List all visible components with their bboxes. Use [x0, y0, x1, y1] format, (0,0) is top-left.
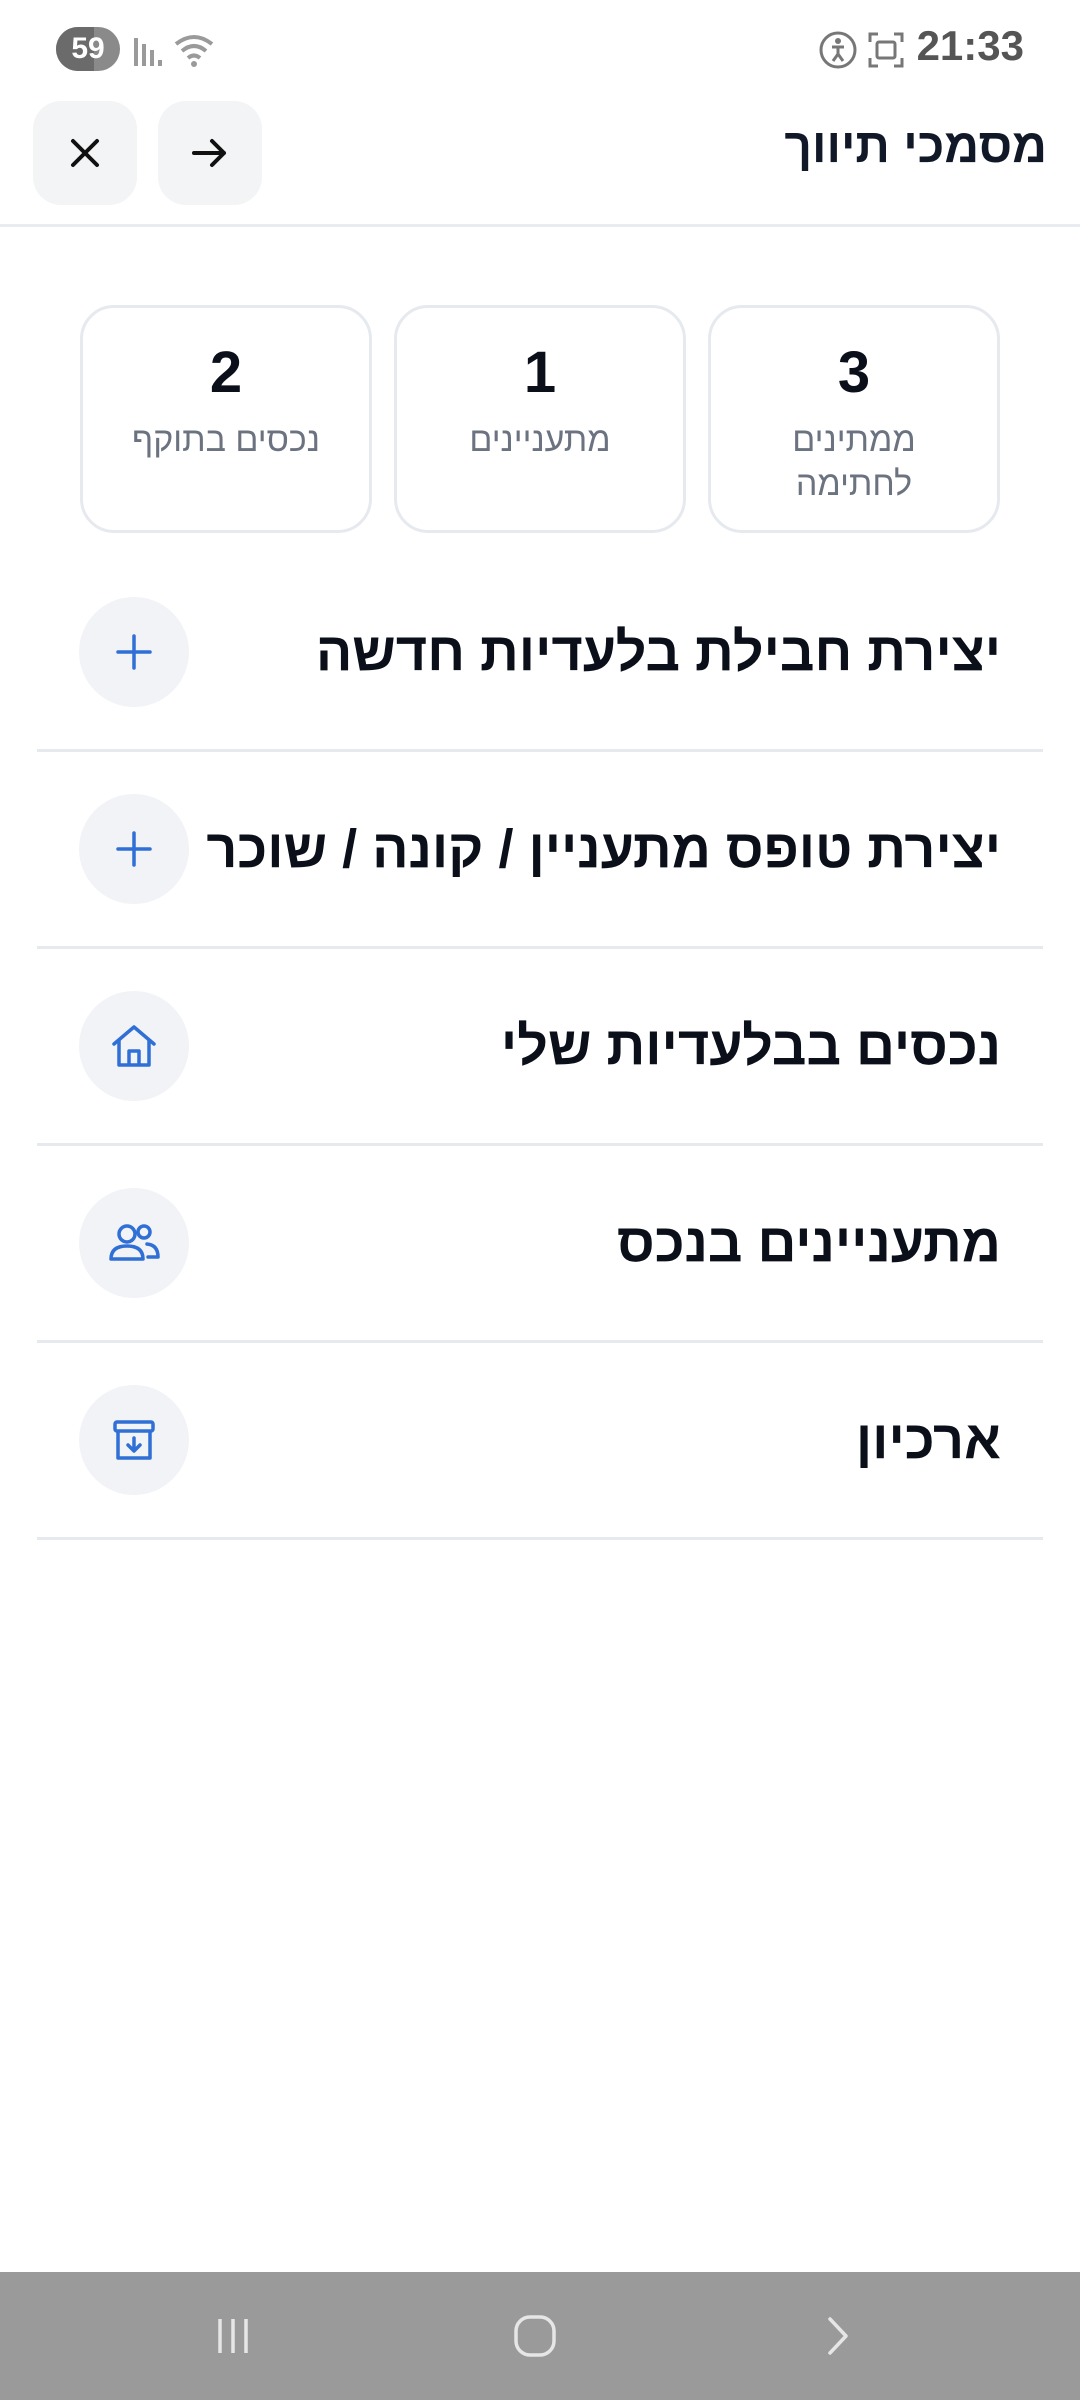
- menu-item-label: מתעניינים בנכס: [617, 1213, 1001, 1273]
- back-nav-button[interactable]: [797, 2302, 877, 2370]
- menu-list: יצירת חבילת בלעדיות חדשה יצירת טופס מתענ…: [37, 555, 1043, 1540]
- plus-icon-container: [79, 597, 189, 707]
- menu-item-label: נכסים בבלעדיות שלי: [500, 1016, 1001, 1076]
- home-icon: [112, 1025, 156, 1067]
- archive-icon-container: [79, 1385, 189, 1495]
- accessibility-icon: [819, 31, 857, 69]
- stat-value: 3: [837, 340, 871, 405]
- recents-icon: [218, 2319, 248, 2353]
- home-icon-container: [79, 991, 189, 1101]
- menu-item-new-interested-form[interactable]: יצירת טופס מתעניין / קונה / שוכר: [37, 752, 1043, 949]
- recents-button[interactable]: [193, 2302, 273, 2370]
- menu-item-my-exclusive-properties[interactable]: נכסים בבלעדיות שלי: [37, 949, 1043, 1146]
- menu-item-archive[interactable]: ארכיון: [37, 1343, 1043, 1540]
- menu-item-new-exclusivity-package[interactable]: יצירת חבילת בלעדיות חדשה: [37, 555, 1043, 752]
- top-app-bar: מסמכי תיווך: [0, 95, 1080, 227]
- stat-card-active-properties[interactable]: 2 נכסים בתוקף: [80, 305, 372, 533]
- stat-value: 2: [209, 340, 243, 405]
- stat-card-awaiting-signature[interactable]: 3 ממתינים לחתימה: [708, 305, 1000, 533]
- plus-icon: [116, 831, 152, 867]
- menu-item-label: יצירת טופס מתעניין / קונה / שוכר: [206, 819, 1001, 879]
- stats-row: 3 ממתינים לחתימה 1 מתעניינים 2 נכסים בתו…: [80, 305, 1000, 533]
- stat-card-interested[interactable]: 1 מתעניינים: [394, 305, 686, 533]
- close-icon: [71, 139, 99, 167]
- status-time: 21:33: [916, 22, 1024, 69]
- users-icon: [109, 1224, 160, 1261]
- stat-label: מתעניינים: [469, 421, 611, 459]
- close-button[interactable]: [33, 101, 137, 205]
- users-icon-container: [79, 1188, 189, 1298]
- status-bar: 59 21:33: [0, 0, 1080, 95]
- battery-indicator: 59: [56, 27, 120, 71]
- plus-icon: [116, 634, 152, 670]
- chevron-right-icon: [828, 2317, 848, 2355]
- home-button[interactable]: [495, 2302, 575, 2370]
- battery-level: 59: [71, 32, 105, 65]
- stat-value: 1: [523, 340, 557, 405]
- stat-label: נכסים בתוקף: [132, 421, 320, 459]
- system-nav-bar: [0, 2272, 1080, 2400]
- back-button[interactable]: [158, 101, 262, 205]
- menu-item-label: יצירת חבילת בלעדיות חדשה: [315, 622, 1001, 682]
- arrow-right-icon: [192, 139, 226, 167]
- menu-item-label: ארכיון: [855, 1410, 1001, 1470]
- menu-item-property-interested[interactable]: מתעניינים בנכס: [37, 1146, 1043, 1343]
- stat-label: ממתינים לחתימה: [792, 421, 916, 503]
- page-title: מסמכי תיווך: [784, 120, 1047, 173]
- signal-icon: [134, 38, 162, 66]
- screenshot-icon: [868, 32, 904, 68]
- home-circle-icon: [514, 2315, 556, 2357]
- screen: 59 21:33 מסמכי תיווך 3 ממתינים לחתימה 1 …: [0, 0, 1080, 2400]
- plus-icon-container: [79, 794, 189, 904]
- wifi-icon: [174, 35, 214, 67]
- archive-icon: [113, 1420, 155, 1460]
